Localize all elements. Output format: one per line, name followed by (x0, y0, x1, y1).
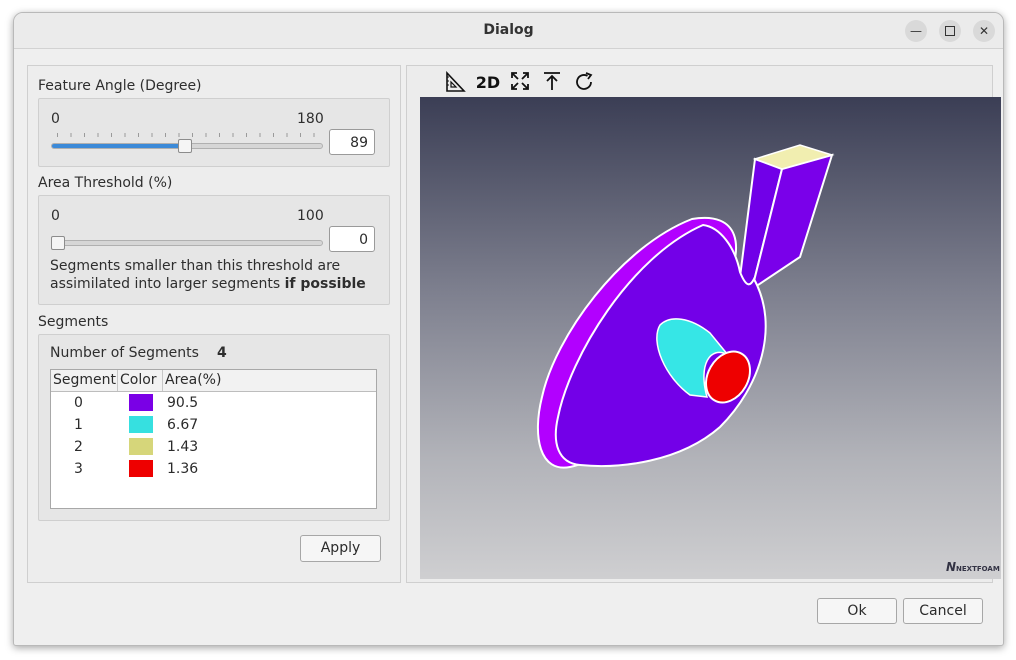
window-title: Dialog (483, 22, 534, 38)
cancel-button[interactable]: Cancel (903, 598, 983, 624)
area-threshold-slider[interactable] (51, 240, 323, 246)
area-threshold-group: 0 100 0 Segments smaller than this thres… (38, 195, 390, 305)
area-threshold-max: 100 (297, 208, 324, 224)
segment-id-cell: 0 (74, 395, 83, 411)
segment-id-cell: 2 (74, 439, 83, 455)
feature-angle-handle[interactable] (178, 139, 193, 153)
area-threshold-handle[interactable] (51, 236, 65, 250)
area-cell: 90.5 (167, 395, 199, 411)
segments-group: Number of Segments 4 Segment Color Area(… (38, 334, 390, 521)
area-threshold-spinbox[interactable]: 0 (329, 226, 375, 252)
feature-angle-max: 180 (297, 111, 324, 127)
settings-panel: Feature Angle (Degree) 0 180 89 Area Thr… (27, 65, 401, 583)
table-row[interactable]: 1 6.67 (51, 414, 376, 436)
close-icon: ✕ (978, 24, 990, 38)
color-swatch (129, 460, 153, 477)
column-header-segment[interactable]: Segment (51, 370, 118, 391)
ok-button[interactable]: Ok (817, 598, 897, 624)
segments-label: Segments (38, 314, 109, 330)
segment-count-value: 4 (217, 345, 227, 361)
segment-id-cell: 1 (74, 417, 83, 433)
model-render (536, 144, 835, 469)
3d-viewport[interactable]: NNEXTFOAM (420, 97, 1001, 579)
maximize-icon (945, 25, 955, 36)
area-cell: 6.67 (167, 417, 199, 433)
feature-angle-ticks (57, 133, 323, 137)
area-cell: 1.36 (167, 461, 199, 477)
segments-table[interactable]: Segment Color Area(%) 0 90.5 1 6.67 2 1.43 3 1.… (50, 369, 377, 509)
feature-angle-group: 0 180 89 (38, 98, 390, 167)
table-header: Segment Color Area(%) (51, 370, 376, 392)
area-cell: 1.43 (167, 439, 199, 455)
threshold-note-line1: Segments smaller than this threshold are (50, 258, 341, 274)
column-header-area[interactable]: Area(%) (163, 370, 376, 391)
measure-icon[interactable] (443, 70, 467, 95)
color-swatch (129, 416, 153, 433)
maximize-button[interactable] (939, 20, 961, 42)
column-header-color[interactable]: Color (118, 370, 163, 391)
2d-view-button[interactable]: 2D (475, 71, 501, 95)
area-threshold-min: 0 (51, 208, 60, 224)
feature-angle-label: Feature Angle (Degree) (38, 78, 202, 94)
nextfoam-logo: NNEXTFOAM (946, 560, 1000, 574)
color-swatch (129, 394, 153, 411)
apply-button[interactable]: Apply (300, 535, 381, 562)
threshold-note-line2: assimilated into larger segments if poss… (50, 276, 366, 292)
feature-angle-spinbox[interactable]: 89 (329, 129, 375, 155)
logo-mark: N (946, 560, 957, 574)
feature-angle-min: 0 (51, 111, 60, 127)
logo-text: NEXTFOAM (956, 565, 1000, 573)
color-swatch (129, 438, 153, 455)
minimize-icon: — (910, 24, 922, 38)
viewer-panel: 2D NNEXTFOAM (406, 65, 1001, 583)
align-top-icon[interactable] (540, 71, 564, 95)
dialog-window: Dialog — ✕ Feature Angle (Degree) 0 180 … (13, 12, 1004, 646)
table-row[interactable]: 2 1.43 (51, 436, 376, 458)
fit-view-icon[interactable] (508, 71, 532, 95)
title-bar: Dialog — ✕ (14, 13, 1003, 49)
close-button[interactable]: ✕ (973, 20, 995, 42)
feature-angle-fill (52, 144, 186, 148)
threshold-note-text: assimilated into larger segments (50, 276, 285, 292)
segment-count-label: Number of Segments (50, 345, 199, 361)
area-threshold-label: Area Threshold (%) (38, 175, 173, 191)
minimize-button[interactable]: — (905, 20, 927, 42)
table-row[interactable]: 3 1.36 (51, 458, 376, 480)
threshold-note-bold: if possible (284, 276, 366, 292)
reset-rotate-icon[interactable] (572, 71, 596, 95)
segment-id-cell: 3 (74, 461, 83, 477)
table-row[interactable]: 0 90.5 (51, 392, 376, 414)
